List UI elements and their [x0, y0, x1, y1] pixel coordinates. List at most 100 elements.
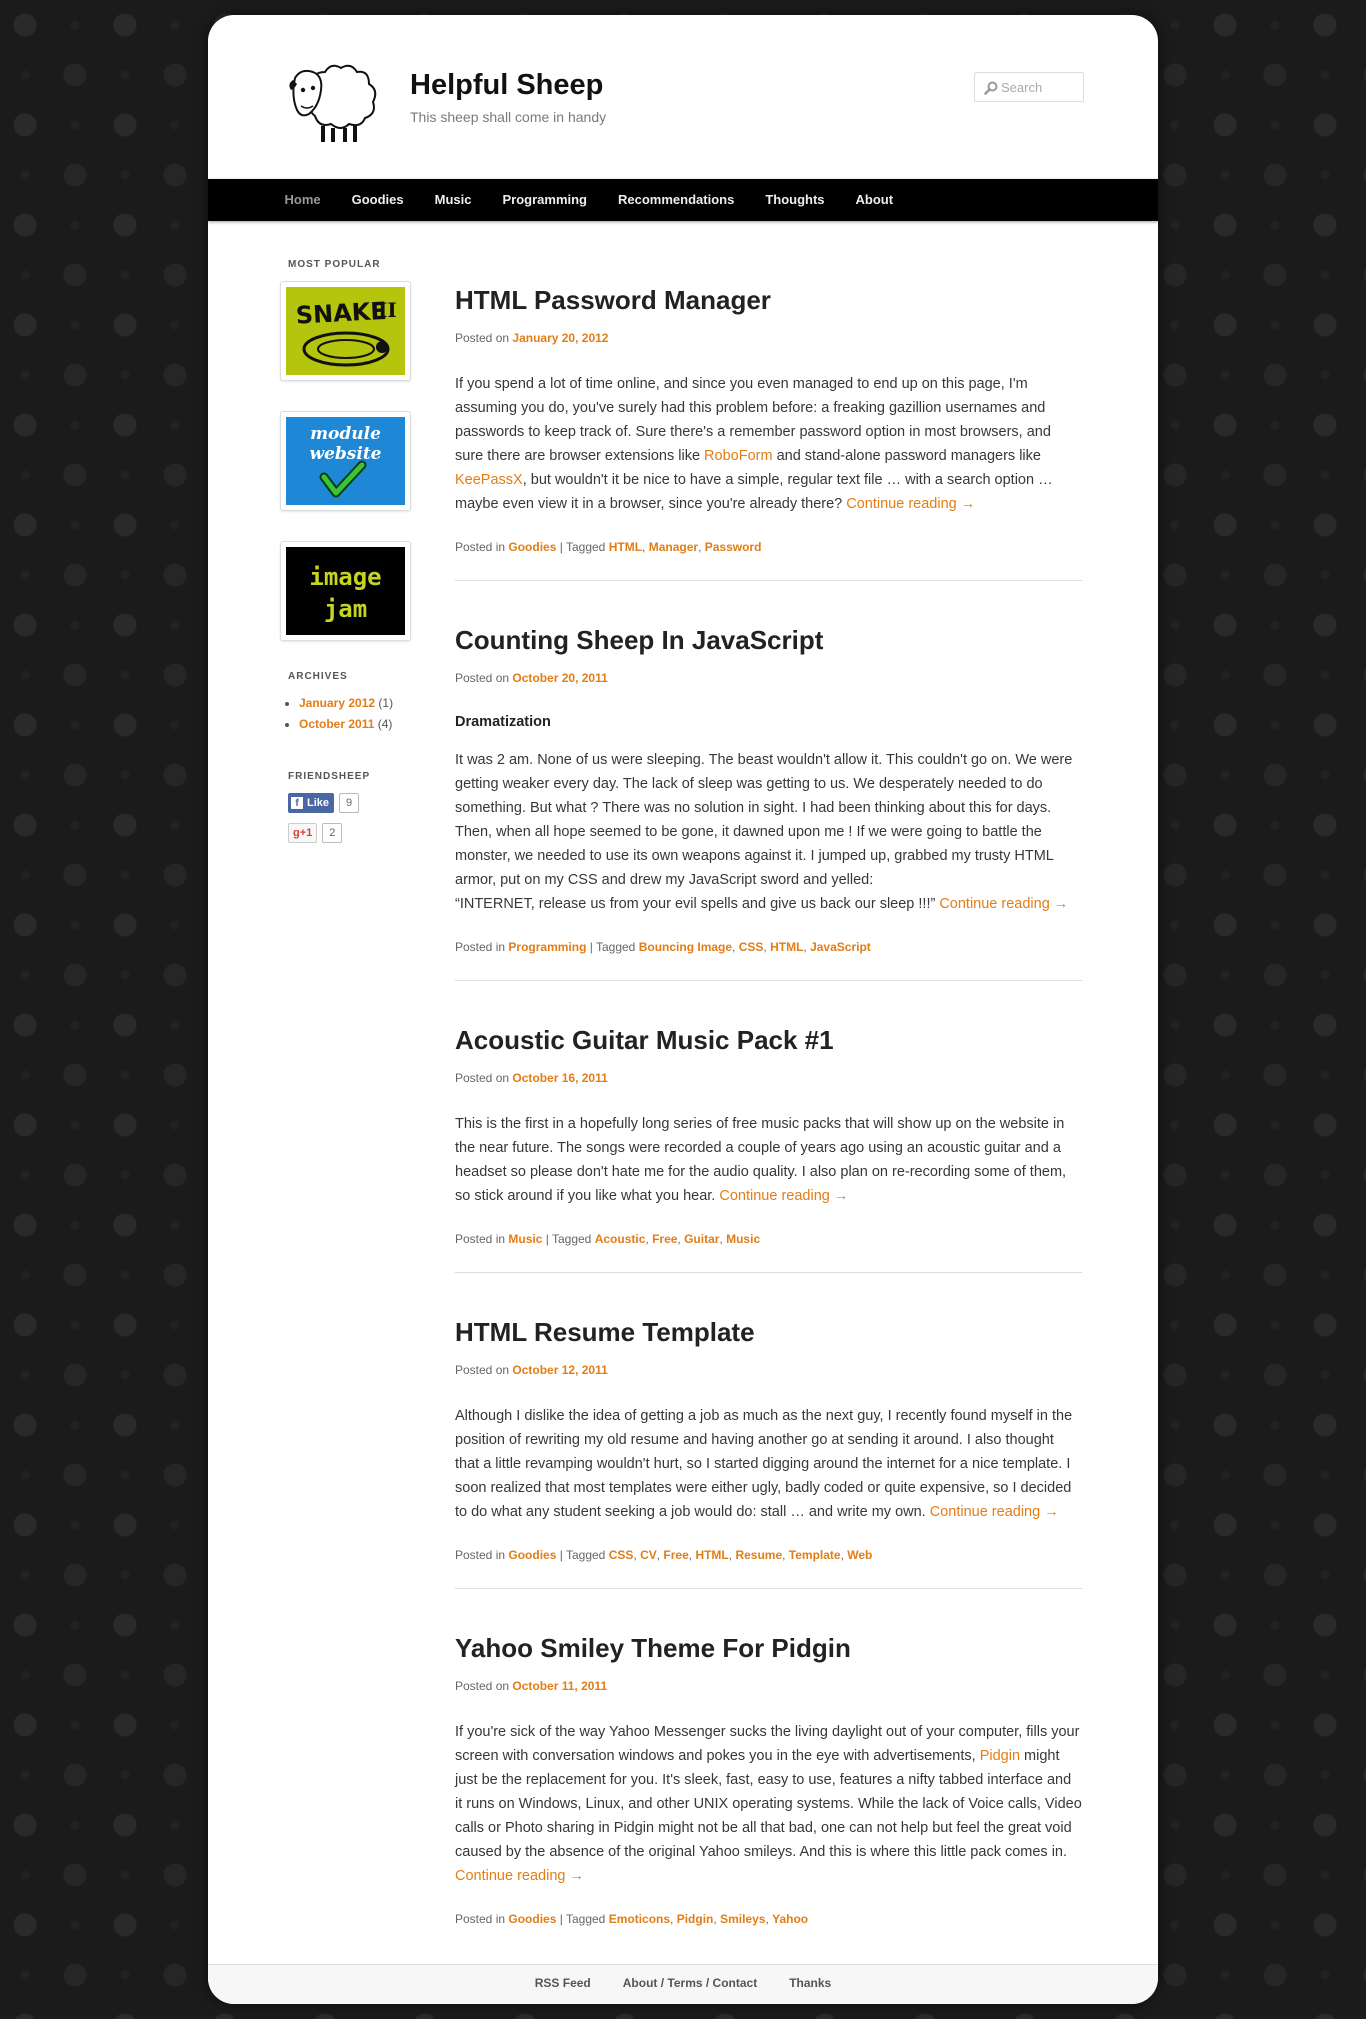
posted-in-label: Posted in — [455, 940, 506, 954]
friendsheep-title: FRIENDSHEEP — [288, 771, 371, 782]
tag-link[interactable]: HTML — [770, 940, 803, 954]
nav-item-home[interactable]: Home — [269, 179, 336, 221]
category-link[interactable]: Music — [508, 1232, 542, 1246]
tag-link[interactable]: HTML — [609, 540, 642, 554]
category-link[interactable]: Goodies — [508, 1548, 556, 1562]
archive-link-january-2012[interactable]: January 2012 — [299, 696, 375, 710]
post-title[interactable]: Yahoo Smiley Theme For Pidgin — [455, 1631, 1082, 1665]
main-nav: Home Goodies Music Programming Recommend… — [208, 179, 1158, 221]
google-plus-label: +1 — [299, 827, 313, 839]
post-title[interactable]: Counting Sheep In JavaScript — [455, 623, 1082, 657]
tagged-label: | Tagged — [559, 1548, 606, 1562]
continue-reading-link[interactable]: Continue reading → — [930, 1504, 1059, 1520]
post-footer: Posted in Goodies | Tagged CSS, CV, Free… — [455, 1548, 873, 1562]
post: Counting Sheep In JavaScript Posted on O… — [455, 581, 1082, 981]
post-excerpt: If you're sick of the way Yahoo Messenge… — [455, 1720, 1082, 1888]
posted-in-label: Posted in — [455, 1232, 506, 1246]
tag-link[interactable]: Emoticons — [609, 1912, 670, 1926]
page: Helpful Sheep This sheep shall come in h… — [208, 15, 1158, 2004]
roboform-link[interactable]: RoboForm — [704, 448, 773, 464]
tag-link[interactable]: CSS — [739, 940, 764, 954]
nav-item-thoughts[interactable]: Thoughts — [750, 179, 840, 221]
facebook-like-button[interactable]: f Like — [288, 793, 335, 813]
post: Yahoo Smiley Theme For Pidgin Posted on … — [455, 1589, 1082, 1928]
facebook-like-count: 9 — [339, 793, 360, 813]
svg-text:SNAKE: SNAKE — [295, 297, 387, 330]
footer-link-thanks[interactable]: Thanks — [789, 1965, 831, 2001]
nav-item-programming[interactable]: Programming — [487, 179, 603, 221]
category-link[interactable]: Programming — [508, 940, 586, 954]
most-popular-title: MOST POPULAR — [288, 259, 381, 270]
post-date-link[interactable]: January 20, 2012 — [512, 331, 608, 345]
post-date-link[interactable]: October 20, 2011 — [512, 671, 607, 685]
google-plus-button[interactable]: g+1 — [288, 823, 318, 843]
footer-link-rss-feed[interactable]: RSS Feed — [535, 1965, 591, 2001]
tagged-label: | Tagged — [559, 1912, 606, 1926]
tag-link[interactable]: Web — [847, 1548, 872, 1562]
tag-link[interactable]: Free — [652, 1232, 677, 1246]
archive-item: January 2012 (1) — [299, 693, 415, 714]
tag-link[interactable]: Yahoo — [772, 1912, 808, 1926]
popular-snake-ii[interactable]: SNAKE II — [280, 281, 411, 381]
tag-link[interactable]: HTML — [695, 1548, 728, 1562]
search-box — [974, 72, 1084, 102]
post: Acoustic Guitar Music Pack #1 Posted on … — [455, 981, 1082, 1273]
google-plus-icon: g — [293, 827, 300, 839]
pidgin-link[interactable]: Pidgin — [980, 1748, 1020, 1764]
tag-link[interactable]: JavaScript — [810, 940, 871, 954]
posted-in-label: Posted in — [455, 540, 506, 554]
tag-link[interactable]: Pidgin — [677, 1912, 714, 1926]
continue-reading-link[interactable]: Continue reading → — [846, 496, 975, 512]
keepassx-link[interactable]: KeePassX — [455, 472, 523, 488]
footer-link-about-terms-contact[interactable]: About / Terms / Contact — [623, 1965, 757, 2001]
site-title[interactable]: Helpful Sheep — [410, 69, 603, 102]
tag-link[interactable]: Bouncing Image — [639, 940, 732, 954]
snake-ii-thumbnail: SNAKE II — [286, 287, 405, 375]
tag-link[interactable]: Password — [705, 540, 762, 554]
tag-link[interactable]: Manager — [649, 540, 698, 554]
post-title[interactable]: Acoustic Guitar Music Pack #1 — [455, 1023, 1082, 1057]
archive-link-october-2011[interactable]: October 2011 — [299, 717, 374, 731]
tag-link[interactable]: Free — [663, 1548, 688, 1562]
post-title[interactable]: HTML Password Manager — [455, 283, 1082, 317]
post-meta: Posted on October 20, 2011 — [455, 669, 1082, 687]
continue-reading-link[interactable]: Continue reading → — [719, 1188, 848, 1204]
post-date-link[interactable]: October 11, 2011 — [512, 1679, 607, 1693]
nav-item-recommendations[interactable]: Recommendations — [603, 179, 750, 221]
popular-module-website[interactable]: module website — [280, 411, 411, 511]
archive-item: October 2011 (4) — [299, 714, 415, 735]
svg-text:image: image — [309, 563, 381, 591]
post-date-link[interactable]: October 12, 2011 — [512, 1363, 607, 1377]
image-jam-thumbnail: image jam — [286, 547, 405, 635]
search-icon — [984, 81, 998, 95]
archives-title: ARCHIVES — [288, 671, 348, 682]
post-date-link[interactable]: October 16, 2011 — [512, 1071, 607, 1085]
nav-item-about[interactable]: About — [840, 179, 909, 221]
tag-link[interactable]: CSS — [609, 1548, 634, 1562]
post-meta: Posted on January 20, 2012 — [455, 329, 1082, 347]
nav-item-goodies[interactable]: Goodies — [336, 179, 419, 221]
search-input[interactable] — [1001, 78, 1079, 96]
facebook-like-label: Like — [307, 797, 330, 809]
post-footer: Posted in Programming | Tagged Bouncing … — [455, 940, 871, 954]
category-link[interactable]: Goodies — [508, 1912, 556, 1926]
tag-link[interactable]: Smileys — [720, 1912, 765, 1926]
continue-reading-link[interactable]: Continue reading → — [455, 1868, 584, 1884]
post-title[interactable]: HTML Resume Template — [455, 1315, 1082, 1349]
sheep-logo-icon[interactable] — [283, 56, 383, 146]
archive-count: (1) — [378, 696, 394, 710]
tag-link[interactable]: Acoustic — [595, 1232, 646, 1246]
tag-link[interactable]: Guitar — [684, 1232, 719, 1246]
nav-item-music[interactable]: Music — [419, 179, 487, 221]
tag-link[interactable]: Template — [789, 1548, 841, 1562]
continue-reading-link[interactable]: Continue reading → — [939, 896, 1068, 912]
module-website-thumbnail: module website — [286, 417, 405, 505]
popular-image-jam[interactable]: image jam — [280, 541, 411, 641]
category-link[interactable]: Goodies — [508, 540, 556, 554]
excerpt-heading: Dramatization — [455, 714, 551, 730]
tag-link[interactable]: CV — [640, 1548, 657, 1562]
tag-link[interactable]: Music — [726, 1232, 760, 1246]
tag-link[interactable]: Resume — [735, 1548, 782, 1562]
tagged-label: | Tagged — [559, 540, 606, 554]
posted-on-label: Posted on — [455, 1363, 510, 1377]
